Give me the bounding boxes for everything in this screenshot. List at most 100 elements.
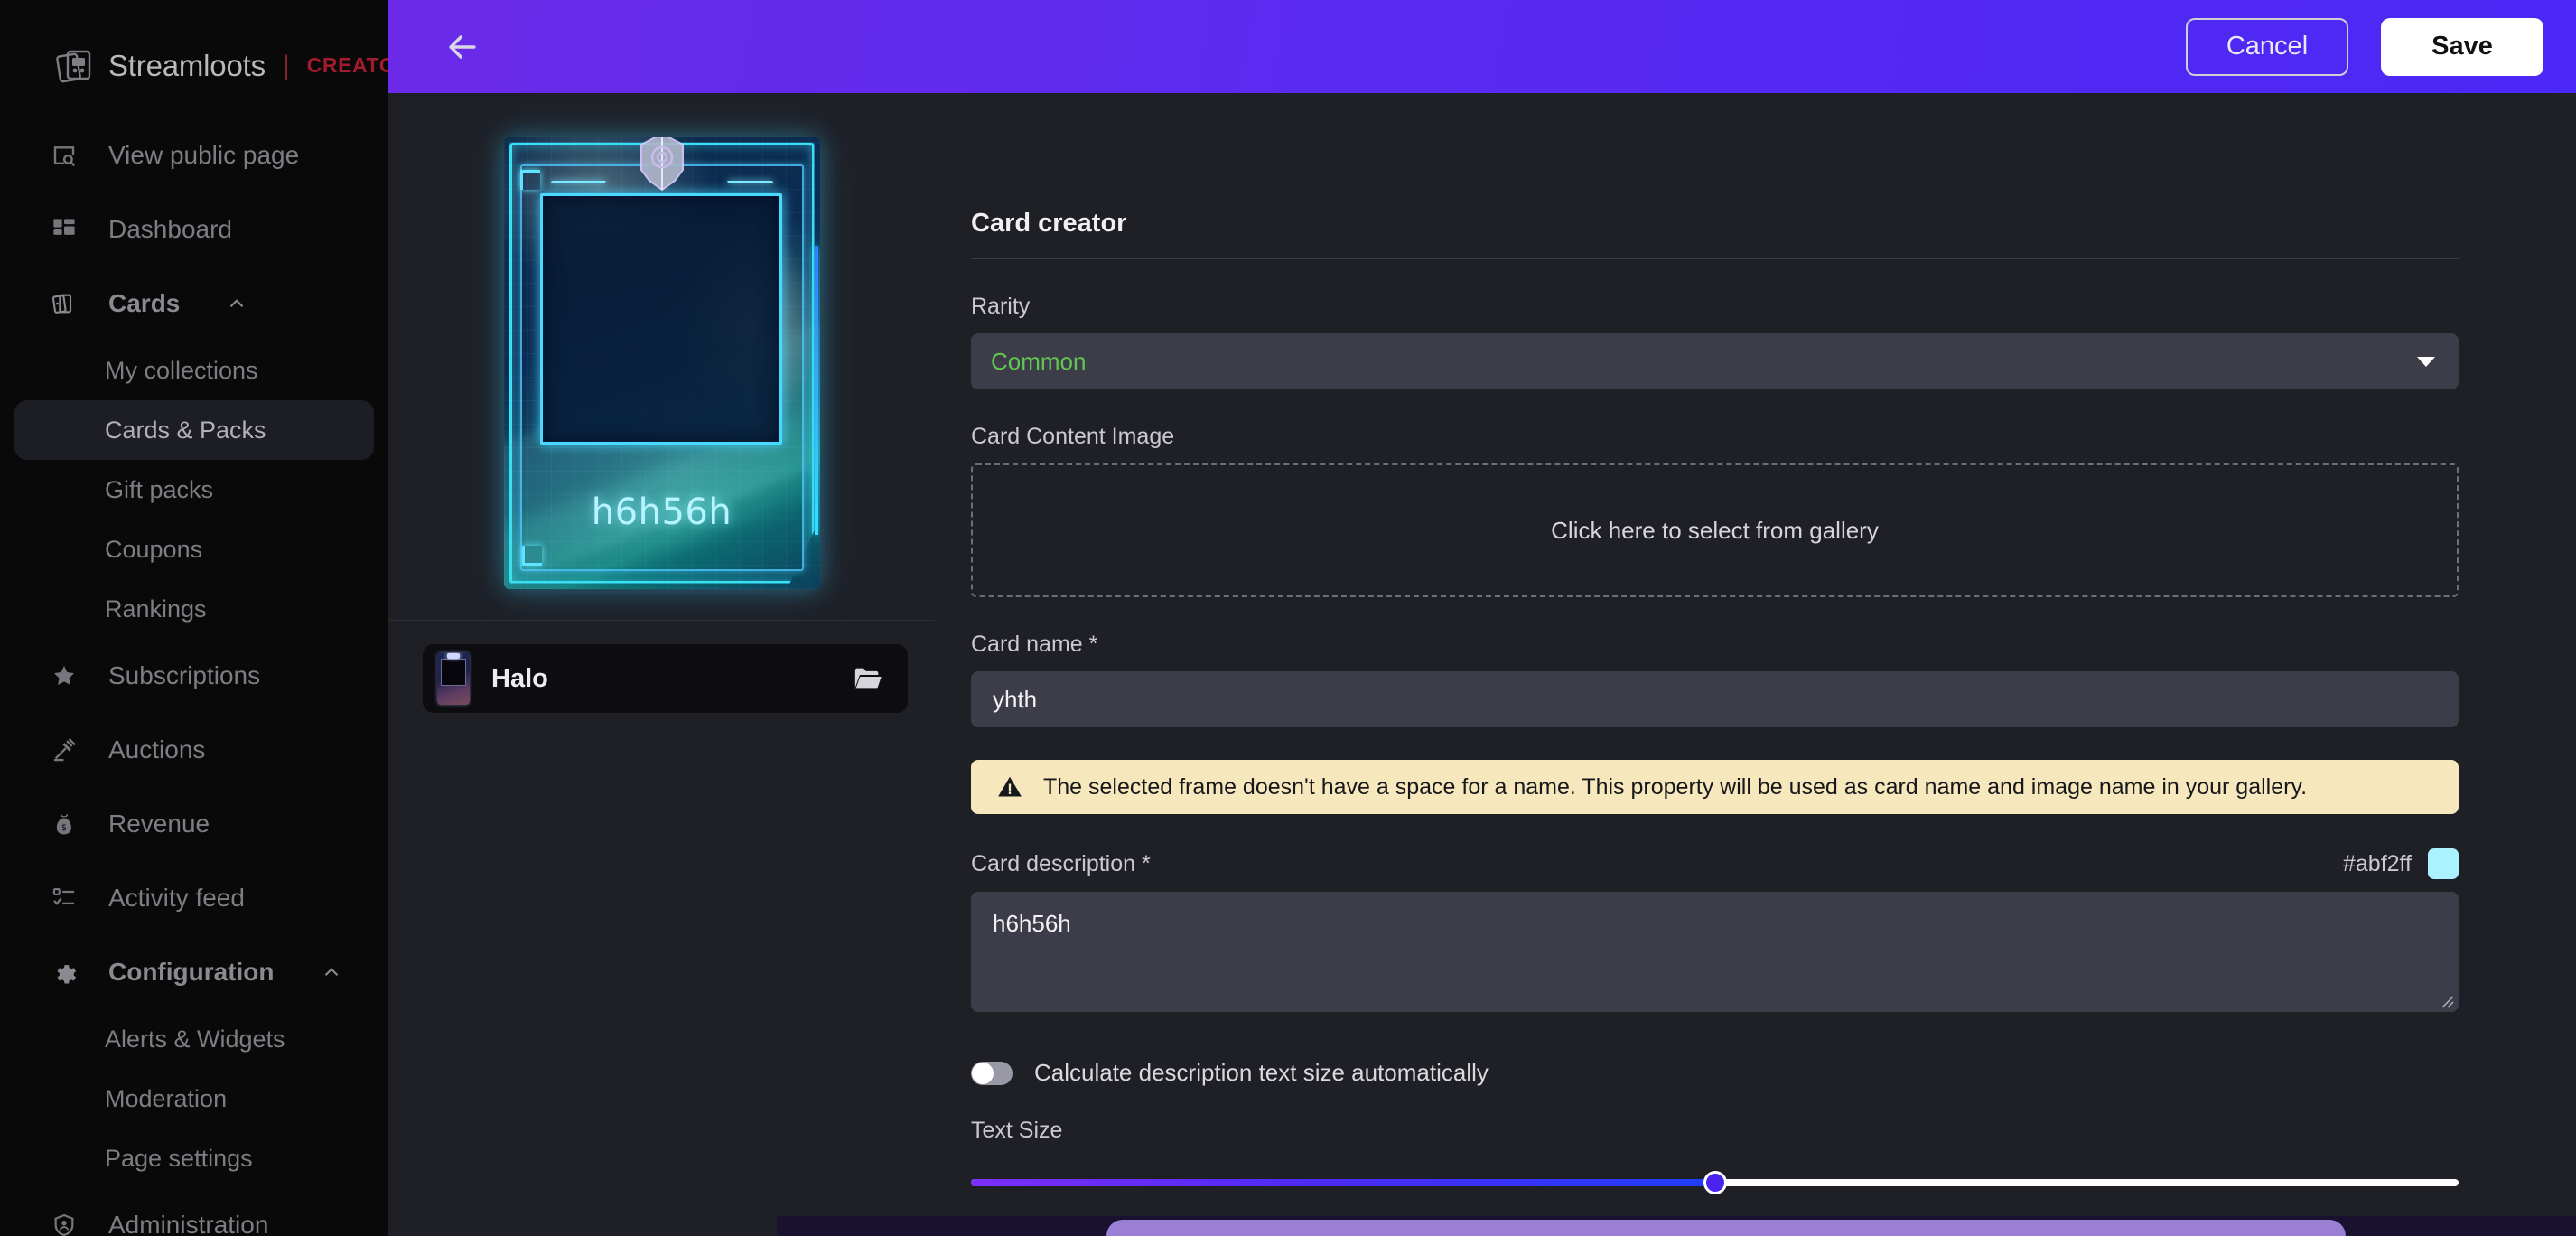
sidebar-item-subscriptions[interactable]: Subscriptions	[0, 639, 388, 713]
chevron-up-icon	[225, 292, 248, 315]
sidebar-item-page-settings[interactable]: Page settings	[14, 1128, 374, 1188]
text-size-label: Text Size	[971, 1118, 1063, 1143]
card-content-image-slot	[539, 192, 782, 445]
card-name-label: Card name *	[971, 632, 1098, 657]
card-description-value: h6h56h	[993, 910, 1071, 937]
sidebar-item-label: View public page	[108, 141, 300, 169]
brand-separator: |	[282, 50, 290, 80]
sidebar: Streamloots | CREATOR View public page	[0, 0, 388, 1236]
brand-name: Streamloots	[108, 48, 266, 82]
sidebar-item-label: Cards & Packs	[105, 416, 266, 444]
app-root: Streamloots | CREATOR View public page	[0, 0, 2576, 1236]
sidebar-item-label: Dashboard	[108, 215, 232, 243]
resize-handle-icon[interactable]	[2438, 992, 2454, 1008]
card-description-header: Card description * #abf2ff	[971, 848, 2459, 879]
streamloots-logo-icon	[56, 48, 94, 84]
sidebar-item-label: Auctions	[108, 735, 206, 763]
arrow-left-icon	[443, 27, 482, 67]
dropzone-hint: Click here to select from gallery	[1551, 516, 1879, 544]
sidebar-group-cards[interactable]: Cards	[0, 267, 388, 341]
sidebar-group-label: Cards	[108, 289, 181, 317]
sidebar-item-label: Page settings	[105, 1144, 253, 1172]
sidebar-item-rankings[interactable]: Rankings	[14, 579, 374, 639]
card-description-label: Card description *	[971, 850, 1151, 876]
card-corner-bottom-left	[521, 545, 542, 566]
main-content: Cancel Save h6h56h Halo Card creator Rar…	[388, 0, 2576, 1236]
sidebar-item-label: Subscriptions	[108, 661, 261, 689]
frame-name: Halo	[491, 663, 548, 693]
text-size-slider[interactable]	[971, 1171, 2459, 1194]
slider-thumb[interactable]	[1703, 1171, 1727, 1194]
cards-icon	[45, 285, 83, 323]
card-name-on-artwork: h6h56h	[591, 491, 733, 533]
shield-user-icon	[45, 1206, 83, 1236]
sidebar-group-configuration[interactable]: Configuration	[0, 935, 388, 1009]
sidebar-item-label: Activity feed	[108, 884, 245, 912]
cancel-button[interactable]: Cancel	[2186, 17, 2348, 76]
brand-tag: CREATOR	[306, 53, 388, 77]
sidebar-item-auctions[interactable]: Auctions	[0, 713, 388, 787]
dashboard-icon	[45, 211, 83, 248]
rarity-selected-value: Common	[991, 347, 1087, 375]
sidebar-item-moderation[interactable]: Moderation	[14, 1069, 374, 1128]
sidebar-nav: View public page Dashboard Cards My coll…	[0, 118, 388, 1236]
sidebar-item-alerts-and-widgets[interactable]: Alerts & Widgets	[14, 1009, 374, 1069]
slider-fill	[971, 1179, 1715, 1186]
sidebar-item-view-public-page[interactable]: View public page	[0, 118, 388, 192]
card-name-field: Card name * yhth	[971, 632, 2459, 727]
sidebar-item-coupons[interactable]: Coupons	[14, 520, 374, 579]
auto-text-size-toggle[interactable]	[971, 1061, 1013, 1085]
card-content-image-dropzone[interactable]: Click here to select from gallery	[971, 464, 2459, 597]
back-button[interactable]	[432, 16, 493, 78]
card-description-field: Card description * #abf2ff h6h56h	[971, 848, 2459, 1012]
frame-thumbnail	[437, 652, 470, 705]
caret-down-icon	[2417, 356, 2435, 367]
frame-selector[interactable]: Halo	[423, 644, 908, 713]
view-page-icon	[45, 136, 83, 174]
bottom-notification-banner[interactable]	[1106, 1220, 2346, 1236]
sidebar-item-gift-packs[interactable]: Gift packs	[14, 460, 374, 520]
folder-open-icon[interactable]	[852, 663, 884, 694]
gavel-icon	[45, 731, 83, 769]
sidebar-item-administration[interactable]: Administration	[0, 1188, 388, 1236]
card-preview-pane: h6h56h Halo	[388, 93, 935, 1236]
card-description-textarea[interactable]: h6h56h	[971, 892, 2459, 1012]
star-icon	[45, 657, 83, 695]
card-content-image-field: Card Content Image Click here to select …	[971, 424, 2459, 597]
gear-icon	[45, 953, 83, 991]
money-bag-icon: $	[45, 805, 83, 843]
rarity-field: Rarity Common	[971, 294, 2459, 389]
sidebar-item-label: Rankings	[105, 595, 207, 623]
sidebar-item-activity-feed[interactable]: Activity feed	[0, 861, 388, 935]
warning-text: The selected frame doesn't have a space …	[1043, 773, 2308, 800]
topbar-actions: Cancel Save	[2186, 17, 2543, 76]
editor-body: h6h56h Halo Card creator Rarity Common C…	[388, 93, 2576, 1236]
sidebar-item-revenue[interactable]: $ Revenue	[0, 787, 388, 861]
card-content-image-label: Card Content Image	[971, 424, 1175, 449]
rarity-label: Rarity	[971, 294, 1031, 319]
sidebar-item-dashboard[interactable]: Dashboard	[0, 192, 388, 267]
frame-name-warning: The selected frame doesn't have a space …	[971, 760, 2459, 814]
sidebar-item-label: Administration	[108, 1211, 269, 1236]
card-accent-dash-left	[549, 180, 606, 183]
sidebar-item-label: Revenue	[108, 810, 210, 838]
rarity-select[interactable]: Common	[971, 333, 2459, 389]
chevron-up-icon	[320, 960, 343, 984]
description-color-picker[interactable]: #abf2ff	[2343, 848, 2459, 879]
auto-text-size-label: Calculate description text size automati…	[1034, 1059, 1489, 1086]
warning-triangle-icon	[996, 773, 1023, 801]
toggle-knob	[972, 1062, 994, 1084]
card-preview-area: h6h56h	[388, 106, 935, 621]
sidebar-item-label: My collections	[105, 356, 258, 384]
top-action-bar: Cancel Save	[388, 0, 2576, 93]
sidebar-item-my-collections[interactable]: My collections	[14, 341, 374, 400]
description-color-hex: #abf2ff	[2342, 850, 2412, 876]
sidebar-item-label: Coupons	[105, 535, 203, 563]
page-title: Card creator	[971, 209, 2459, 259]
description-color-swatch[interactable]	[2428, 848, 2459, 879]
card-artwork-preview: h6h56h	[503, 136, 820, 589]
sidebar-item-cards-and-packs[interactable]: Cards & Packs	[14, 400, 374, 460]
brand-logo-area[interactable]: Streamloots | CREATOR	[0, 0, 388, 95]
save-button[interactable]: Save	[2381, 17, 2543, 76]
card-name-input[interactable]: yhth	[971, 671, 2459, 727]
